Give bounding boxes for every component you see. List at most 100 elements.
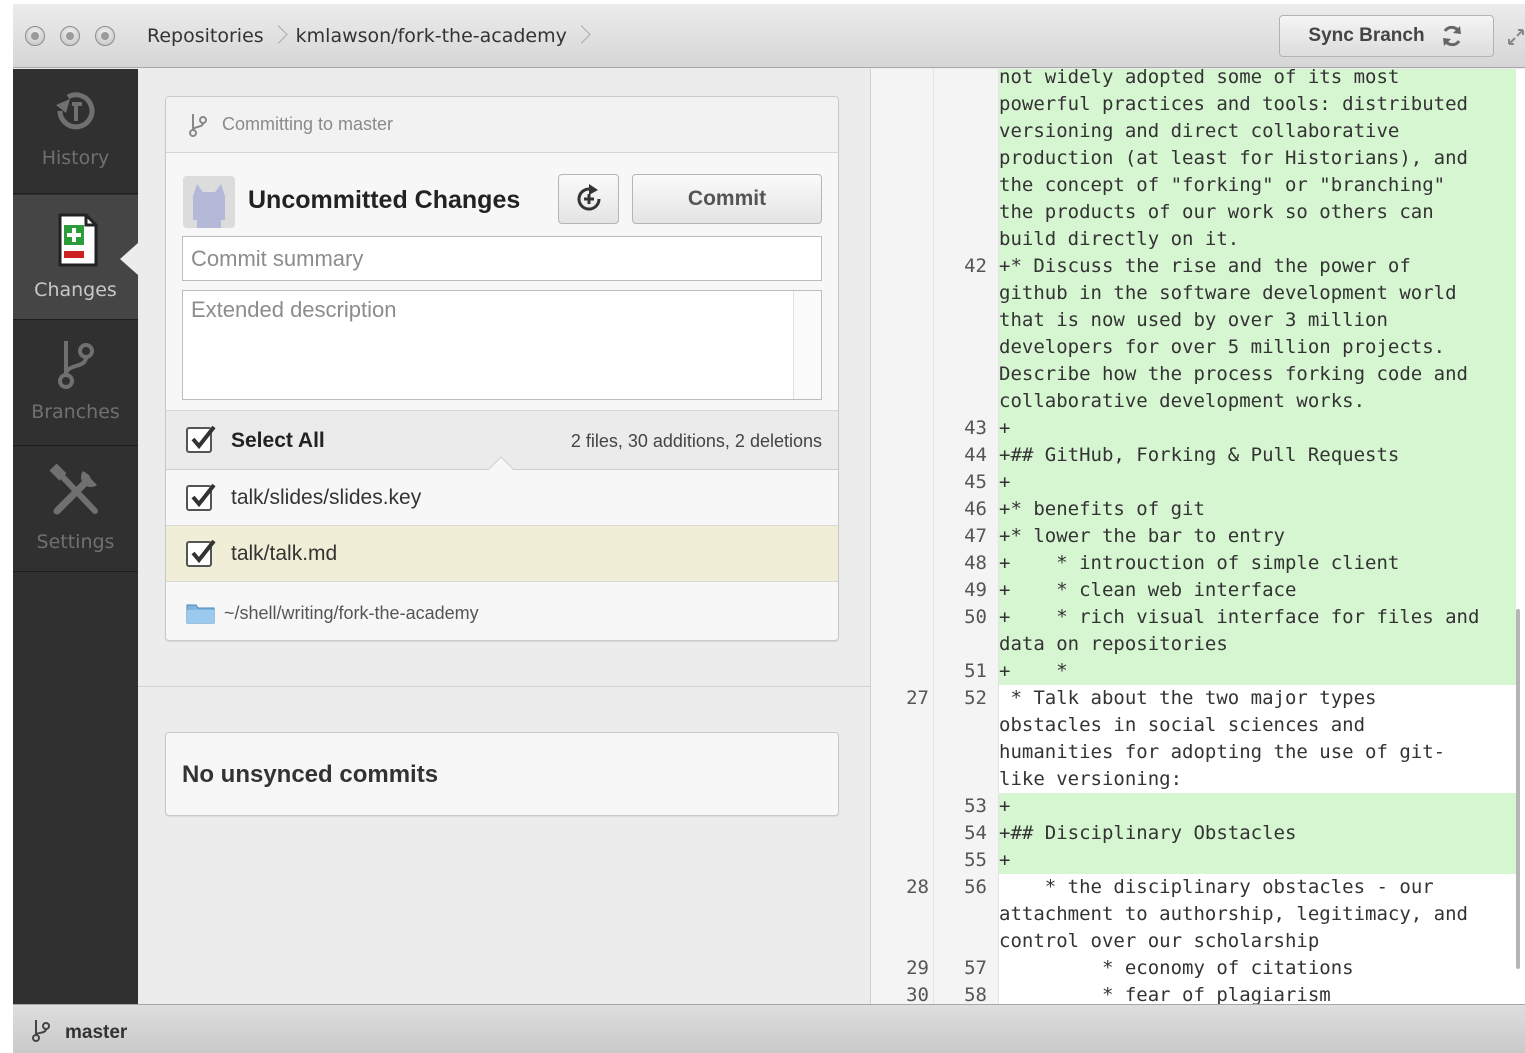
close-window-button[interactable] — [25, 26, 45, 46]
select-all-checkbox[interactable] — [186, 425, 216, 453]
diff-line-added: 46 +* benefits of git — [871, 496, 1516, 523]
branch-icon — [57, 341, 94, 389]
diff-line-text: +## Disciplinary Obstacles — [999, 820, 1516, 847]
diff-line-context: attachment to authorship, legitimacy, an… — [871, 901, 1516, 928]
discard-changes-button[interactable] — [558, 174, 619, 224]
changes-card: Committing to master Uncommitted Changes… — [165, 96, 839, 641]
minimize-window-button[interactable] — [60, 26, 80, 46]
checkmark-icon — [191, 425, 216, 450]
diff-line-text: +* lower the bar to entry — [999, 523, 1516, 550]
sidebar-item-label: Changes — [34, 279, 117, 301]
diff-view[interactable]: not widely adopted some of its most power… — [870, 69, 1525, 1004]
diff-line-text: production (at least for Historians), an… — [999, 145, 1516, 172]
title-bar: Repositories kmlawson/fork-the-academy S… — [13, 4, 1525, 68]
diff-line-text: the concept of "forking" or "branching" — [999, 172, 1516, 199]
diff-line-added: powerful practices and tools: distribute… — [871, 91, 1516, 118]
diff-line-text: * Talk about the two major types — [999, 687, 1377, 709]
file-name: talk/slides/slides.key — [231, 486, 422, 509]
file-checkbox[interactable] — [186, 539, 216, 567]
repo-path-row[interactable]: ~/shell/writing/fork-the-academy — [166, 582, 838, 640]
diff-line-added: data on repositories — [871, 631, 1516, 658]
sync-branch-button[interactable]: Sync Branch — [1279, 15, 1494, 57]
status-bar: master — [13, 1004, 1525, 1053]
diff-scrollbar[interactable] — [1516, 609, 1520, 969]
diff-line-text: obstacles in social sciences and — [999, 714, 1366, 736]
diff-line-added: 54 +## Disciplinary Obstacles — [871, 820, 1516, 847]
new-line-number: 54 — [964, 822, 987, 844]
current-branch[interactable]: master — [65, 1022, 127, 1044]
file-row[interactable]: talk/slides/slides.key — [166, 470, 838, 526]
new-line-number: 48 — [964, 552, 987, 574]
breadcrumb: Repositories kmlawson/fork-the-academy — [147, 21, 599, 51]
new-line-number: 46 — [964, 498, 987, 520]
diff-line-text: + — [999, 415, 1516, 442]
new-line-number: 51 — [964, 660, 987, 682]
commit-button[interactable]: Commit — [632, 174, 822, 224]
diff-line-added: 45 + — [871, 469, 1516, 496]
diff-line-text: that is now used by over 3 million — [999, 307, 1516, 334]
sidebar-item-history[interactable]: History — [13, 69, 138, 194]
extended-description-input[interactable] — [182, 290, 822, 400]
new-line-number: 57 — [964, 957, 987, 979]
diff-line-text: + — [999, 847, 1516, 874]
diff-line-context: 30 58 * fear of plagiarism — [871, 982, 1516, 1004]
diff-line-text: humanities for adopting the use of git- — [999, 741, 1446, 763]
sync-icon — [1442, 25, 1461, 47]
new-line-number: 53 — [964, 795, 987, 817]
new-line-number: 58 — [964, 984, 987, 1004]
diff-line-added: 53 + — [871, 793, 1516, 820]
branch-icon — [32, 1020, 50, 1042]
select-all-label: Select All — [231, 429, 325, 452]
diff-line-text: + — [999, 793, 1516, 820]
diff-line-added: 47 +* lower the bar to entry — [871, 523, 1516, 550]
diff-line-context: 27 52 * Talk about the two major types — [871, 685, 1516, 712]
commit-summary-input[interactable] — [182, 236, 822, 281]
new-line-number: 55 — [964, 849, 987, 871]
breadcrumb-repo[interactable]: kmlawson/fork-the-academy — [296, 25, 567, 47]
diff-line-added: 49 + * clean web interface — [871, 577, 1516, 604]
description-scrollbar[interactable] — [793, 291, 821, 399]
diff-line-added: 50 + * rich visual interface for files an… — [871, 604, 1516, 631]
new-line-number: 45 — [964, 471, 987, 493]
repo-path: ~/shell/writing/fork-the-academy — [224, 603, 479, 623]
new-line-number: 42 — [964, 255, 987, 277]
unsynced-commits-card: No unsynced commits — [165, 732, 839, 816]
diff-line-text: * the disciplinary obstacles - our — [999, 876, 1434, 898]
diff-line-text: build directly on it. — [999, 226, 1516, 253]
diff-line-context: 29 57 * economy of citations — [871, 955, 1516, 982]
diff-line-text: * economy of citations — [999, 957, 1354, 979]
diff-line-text: +* Discuss the rise and the power of — [999, 253, 1516, 280]
checkmark-icon — [191, 483, 216, 508]
diff-line-added: that is now used by over 3 million — [871, 307, 1516, 334]
diff-line-text: developers for over 5 million projects. — [999, 334, 1516, 361]
file-row-selected[interactable]: talk/talk.md — [166, 526, 838, 582]
diff-line-context: humanities for adopting the use of git- — [871, 739, 1516, 766]
breadcrumb-repositories[interactable]: Repositories — [147, 25, 264, 47]
diff-line-added: Describe how the process forking code an… — [871, 361, 1516, 388]
old-line-number: 27 — [906, 687, 929, 709]
file-checkbox[interactable] — [186, 483, 216, 511]
avatar — [183, 176, 235, 228]
diff-line-text: +## GitHub, Forking & Pull Requests — [999, 442, 1516, 469]
diff-line-added: production (at least for Historians), an… — [871, 145, 1516, 172]
fullscreen-icon[interactable] — [1507, 28, 1525, 46]
diff-line-added: the concept of "forking" or "branching" — [871, 172, 1516, 199]
old-line-number: 29 — [906, 957, 929, 979]
diff-line-context: obstacles in social sciences and — [871, 712, 1516, 739]
diff-line-added: github in the software development world — [871, 280, 1516, 307]
sidebar-item-branches[interactable]: Branches — [13, 321, 138, 446]
zoom-window-button[interactable] — [95, 26, 115, 46]
sidebar-item-label: Branches — [31, 401, 120, 423]
changes-icon — [58, 213, 97, 267]
checkmark-icon — [191, 539, 216, 564]
new-line-number: 56 — [964, 876, 987, 898]
diff-line-added: 44 +## GitHub, Forking & Pull Requests — [871, 442, 1516, 469]
committing-to-label: Committing to master — [222, 114, 394, 134]
diff-line-text: + * rich visual interface for files and — [999, 604, 1516, 631]
sidebar-item-settings[interactable]: Settings — [13, 447, 138, 572]
new-line-number: 44 — [964, 444, 987, 466]
committing-header: Committing to master — [166, 97, 838, 153]
diff-line-text: github in the software development world — [999, 280, 1516, 307]
diff-line-added: the products of our work so others can — [871, 199, 1516, 226]
app-window: Repositories kmlawson/fork-the-academy S… — [13, 4, 1525, 1053]
